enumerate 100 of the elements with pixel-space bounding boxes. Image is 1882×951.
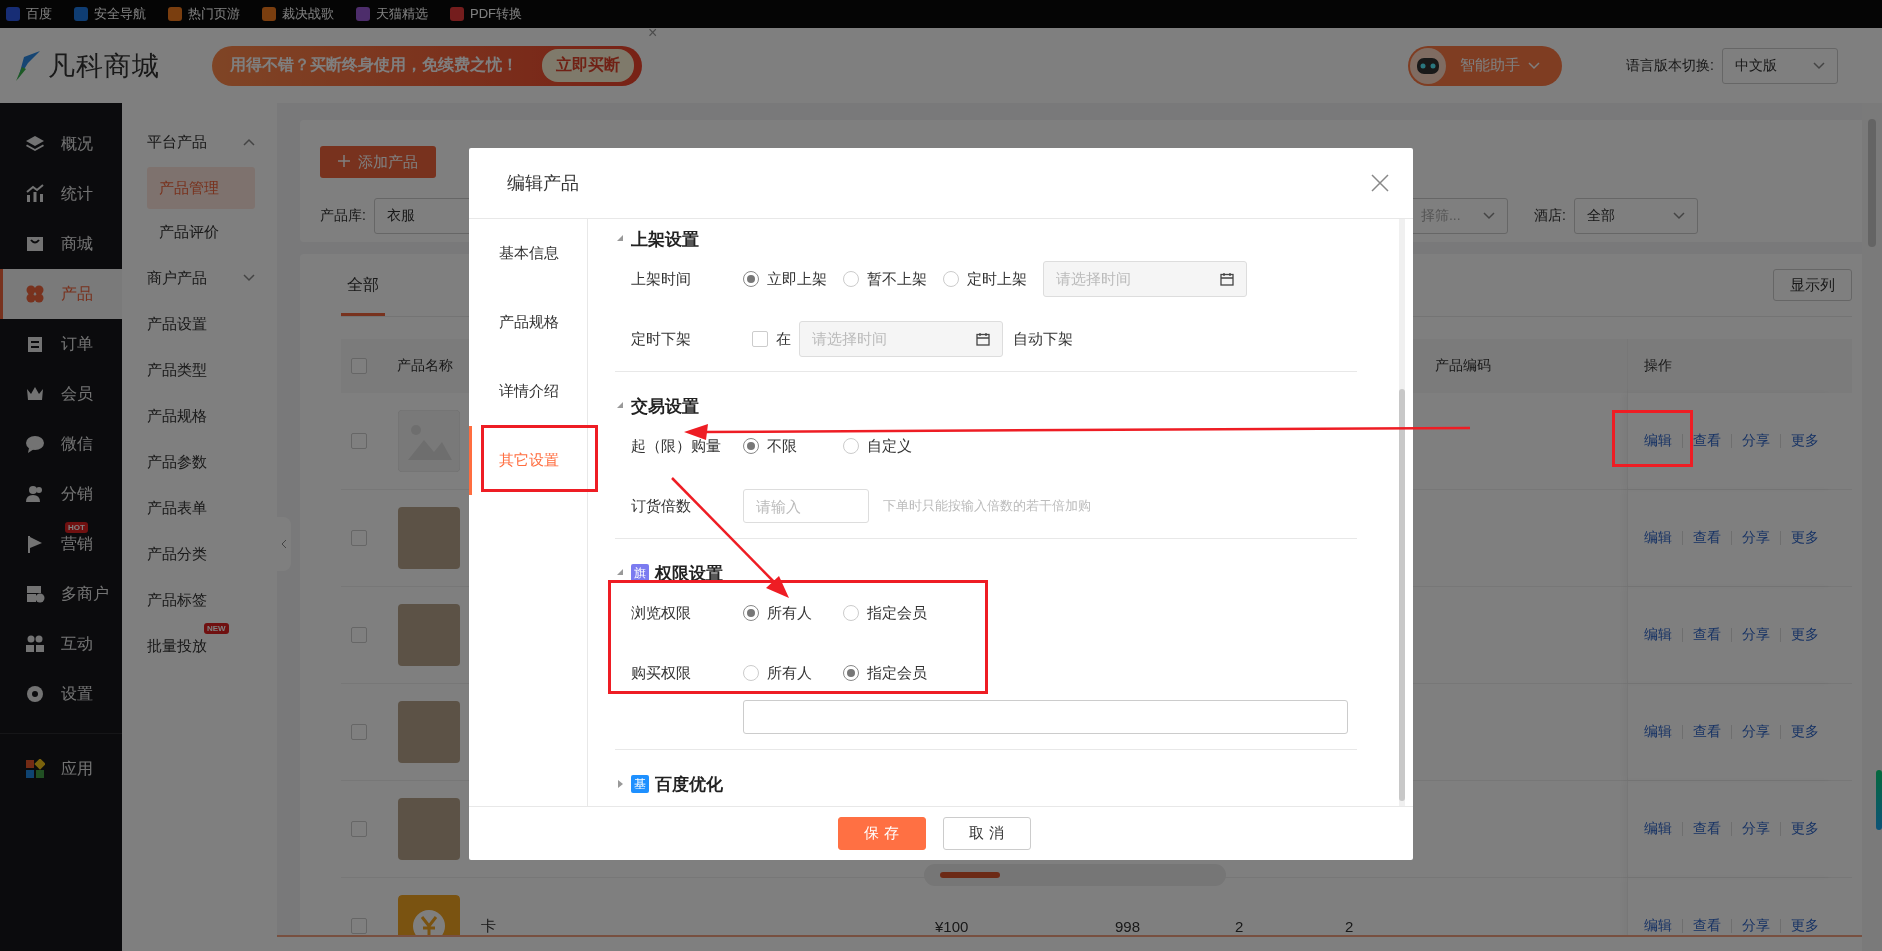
sidebar-item[interactable]: 会员 [0, 369, 122, 419]
action-link[interactable]: 编辑 [1644, 723, 1672, 741]
action-link[interactable]: 更多 [1791, 917, 1819, 935]
sidebar-item[interactable]: 产品 [0, 269, 122, 319]
checkbox[interactable] [752, 331, 768, 347]
action-link[interactable]: 编辑 [1644, 917, 1672, 935]
input-field[interactable] [743, 700, 1348, 734]
submenu-item[interactable]: 平台产品 [122, 119, 277, 165]
action-link[interactable]: 编辑 [1644, 820, 1672, 838]
add-product-button[interactable]: 添加产品 [320, 146, 436, 178]
radio-button[interactable] [843, 605, 859, 621]
bookmark-link[interactable]: 裁决战歌 [262, 5, 334, 23]
radio-button[interactable] [743, 271, 759, 287]
radio-label[interactable]: 指定会员 [867, 603, 927, 623]
dialog-nav-item[interactable]: 详情介绍 [469, 357, 587, 426]
bookmark-link[interactable]: 百度 [6, 5, 52, 23]
action-link[interactable]: 编辑 [1644, 626, 1672, 644]
submenu-item[interactable]: 产品参数 [122, 439, 277, 485]
close-icon[interactable] [1369, 172, 1391, 194]
sidebar-item[interactable]: 互动 [0, 619, 122, 669]
triangle-icon[interactable] [615, 234, 625, 244]
radio-label[interactable]: 自定义 [867, 436, 912, 456]
columns-button[interactable]: 显示列 [1773, 269, 1852, 301]
radio-label[interactable]: 定时上架 [967, 269, 1027, 289]
save-button[interactable]: 保 存 [837, 817, 926, 850]
action-link[interactable]: 查看 [1693, 723, 1721, 741]
language-select[interactable]: 中文版 [1722, 47, 1838, 84]
triangle-icon[interactable] [615, 401, 625, 411]
sidebar-item[interactable]: 分销 [0, 469, 122, 519]
chevron-icon[interactable] [243, 274, 255, 282]
submenu-item[interactable]: 商户产品 [122, 255, 277, 301]
cancel-button[interactable]: 取 消 [942, 817, 1031, 850]
radio-label[interactable]: 所有人 [767, 663, 812, 683]
action-link[interactable]: 编辑 [1644, 529, 1672, 547]
radio-button[interactable] [743, 665, 759, 681]
triangle-icon[interactable] [615, 779, 625, 789]
radio-label[interactable]: 所有人 [767, 603, 812, 623]
sidebar-item[interactable]: 统计 [0, 169, 122, 219]
sidebar-item[interactable]: HOT 营销 [0, 519, 122, 569]
hotel-select[interactable]: 全部 [1573, 198, 1698, 234]
close-button[interactable]: × [648, 24, 658, 42]
radio-button[interactable] [743, 605, 759, 621]
sidebar-item[interactable]: 微信 [0, 419, 122, 469]
action-link[interactable]: 分享 [1742, 917, 1770, 935]
checkbox[interactable] [351, 918, 367, 934]
submenu-item[interactable]: NEW 批量投放 [122, 623, 277, 669]
sidebar-item[interactable]: 概况 [0, 119, 122, 169]
action-link[interactable]: 查看 [1693, 820, 1721, 838]
action-link[interactable]: 更多 [1791, 723, 1819, 741]
sidebar-item[interactable]: 商城 [0, 219, 122, 269]
radio-button[interactable] [743, 438, 759, 454]
submenu-item[interactable]: 产品分类 [122, 531, 277, 577]
action-link[interactable]: 更多 [1791, 432, 1819, 450]
action-link[interactable]: 更多 [1791, 529, 1819, 547]
action-link[interactable]: 编辑 [1644, 432, 1672, 450]
triangle-icon[interactable] [615, 568, 625, 578]
radio-label[interactable]: 指定会员 [867, 663, 927, 683]
sidebar-item[interactable]: 多商户 [0, 569, 122, 619]
submenu-item[interactable]: 产品类型 [122, 347, 277, 393]
side-widget[interactable] [1876, 770, 1882, 830]
action-link[interactable]: 分享 [1742, 432, 1770, 450]
radio-button[interactable] [943, 271, 959, 287]
checkbox[interactable] [351, 821, 367, 837]
radio-label[interactable]: 暂不上架 [867, 269, 927, 289]
action-link[interactable]: 查看 [1693, 917, 1721, 935]
checkbox[interactable] [351, 433, 367, 449]
chevron-icon[interactable] [243, 138, 255, 146]
submenu-item[interactable]: 产品规格 [122, 393, 277, 439]
checkbox[interactable] [351, 530, 367, 546]
sidebar-item[interactable]: 订单 [0, 319, 122, 369]
sidebar-item[interactable]: 应用 [0, 744, 122, 794]
bookmark-link[interactable]: PDF转换 [450, 5, 522, 23]
bookmark-link[interactable]: 热门页游 [168, 5, 240, 23]
action-link[interactable]: 更多 [1791, 626, 1819, 644]
checkbox[interactable] [351, 724, 367, 740]
collapse-handle[interactable] [277, 517, 291, 571]
action-link[interactable]: 分享 [1742, 723, 1770, 741]
action-link[interactable]: 分享 [1742, 529, 1770, 547]
dialog-scrollbar[interactable] [1399, 219, 1405, 806]
radio-button[interactable] [843, 271, 859, 287]
submenu-item[interactable]: 产品标签 [122, 577, 277, 623]
radio-button[interactable] [843, 438, 859, 454]
tab[interactable]: 全部 [341, 254, 385, 316]
action-link[interactable]: 更多 [1791, 820, 1819, 838]
horizontal-scrollbar[interactable] [924, 864, 1226, 886]
sidebar-item[interactable]: 设置 [0, 669, 122, 719]
dialog-nav-item[interactable]: 基本信息 [469, 219, 587, 288]
bookmark-link[interactable]: 安全导航 [74, 5, 146, 23]
action-link[interactable]: 查看 [1693, 529, 1721, 547]
checkbox[interactable] [351, 627, 367, 643]
buy-button[interactable]: 立即买断 [542, 49, 634, 82]
submenu-item[interactable]: 产品表单 [122, 485, 277, 531]
radio-label[interactable]: 立即上架 [767, 269, 827, 289]
action-link[interactable]: 分享 [1742, 820, 1770, 838]
radio-label[interactable]: 不限 [767, 436, 797, 456]
checkbox[interactable] [351, 358, 367, 374]
submenu-item[interactable]: 产品评价 [147, 211, 255, 253]
bookmark-link[interactable]: 天猫精选 [356, 5, 428, 23]
radio-button[interactable] [843, 665, 859, 681]
dialog-nav-item[interactable]: 产品规格 [469, 288, 587, 357]
